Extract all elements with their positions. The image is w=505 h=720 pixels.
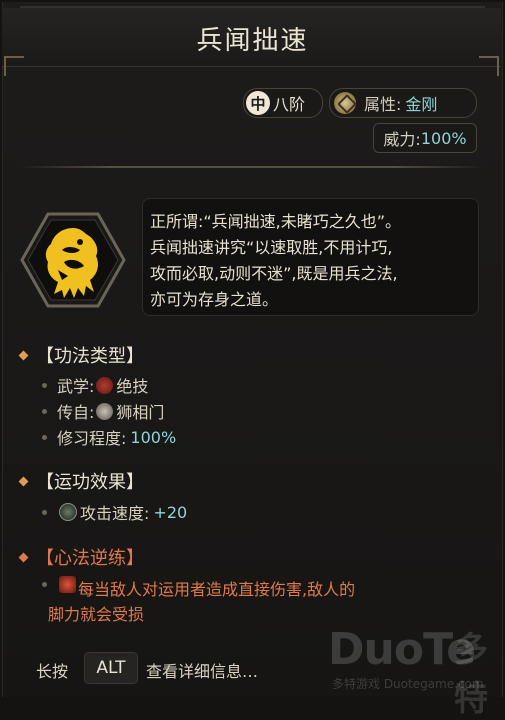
section-reverse-label: 【心法逆练】 — [36, 548, 144, 569]
wuxue-row: 武学: 绝技 — [42, 373, 148, 397]
practice-value: 100% — [130, 427, 177, 447]
shixiangmen-icon — [96, 402, 114, 420]
power-tag: 威力: 100% — [373, 123, 477, 153]
practice-row: 修习程度: 100% — [42, 425, 176, 449]
diamond-icon — [18, 350, 29, 360]
attribute-tag: 属性: 金刚 — [329, 88, 477, 118]
attribute-value: 金刚 — [405, 95, 438, 114]
attack-speed-row: 攻击速度: +20 — [42, 500, 187, 524]
reverse-desc-line: 每当敌人对运用者造成直接伤害,敌人的 — [78, 580, 356, 599]
practice-label: 修习程度: — [57, 429, 127, 448]
section-type-heading: 【功法类型】 — [18, 342, 144, 368]
power-value: 100% — [420, 128, 467, 148]
bullet-icon — [42, 434, 47, 440]
wuxue-value: 绝技 — [116, 377, 149, 396]
lion-skill-icon — [20, 212, 126, 308]
alt-key-hint: ALT — [84, 652, 138, 684]
diamond-icon — [18, 552, 29, 562]
rank-badge: 中 — [246, 91, 270, 115]
corner-ornament-left — [4, 56, 24, 76]
section-effect-heading: 【运功效果】 — [18, 468, 144, 494]
bullet-icon — [42, 509, 47, 515]
description-line: 攻而必取,动则不迷”,既是用兵之法, — [150, 264, 398, 283]
rank-tag: 中 八阶 — [243, 88, 323, 118]
skill-title: 兵闻拙速 — [196, 26, 309, 56]
description-line: 正所谓:“兵闻拙速,未睹巧之久也”。 — [150, 212, 402, 231]
watermark-brand-cn: 多特 — [454, 630, 488, 719]
divider — [20, 166, 485, 168]
section-reverse-heading: 【心法逆练】 — [18, 544, 144, 570]
power-label: 威力: — [383, 130, 421, 149]
origin-value: 狮相门 — [116, 403, 165, 422]
attack-speed-value: +20 — [153, 502, 188, 522]
origin-row: 传自: 狮相门 — [42, 399, 164, 423]
attack-speed-icon — [59, 503, 77, 521]
attack-speed-label: 攻击速度: — [80, 504, 150, 523]
corner-ornament-right — [479, 56, 499, 76]
rank-label: 八阶 — [273, 95, 306, 114]
bullet-icon — [42, 382, 47, 388]
attribute-jingang-icon — [334, 92, 356, 114]
description-line: 亦可为存身之道。 — [150, 290, 279, 309]
footer-suffix: 查看详细信息… — [146, 662, 259, 681]
jueji-icon — [96, 376, 114, 394]
section-type-label: 【功法类型】 — [36, 346, 144, 367]
section-effect-label: 【运功效果】 — [36, 472, 144, 493]
reverse-row — [42, 576, 79, 593]
origin-label: 传自: — [57, 403, 95, 422]
description-line: 兵闻拙速讲究“以速取胜,不用计巧, — [150, 238, 393, 257]
bullet-icon — [42, 582, 47, 587]
diamond-icon — [18, 476, 29, 486]
footer-prefix: 长按 — [36, 662, 69, 681]
bullet-icon — [42, 408, 47, 414]
reverse-desc-line: 脚力就会受损 — [48, 605, 145, 624]
wuxue-label: 武学: — [57, 377, 95, 396]
attribute-label: 属性: — [364, 95, 402, 114]
reverse-practice-icon — [59, 576, 76, 593]
watermark-sub: 多特游戏 Duotegame.com — [332, 677, 484, 691]
